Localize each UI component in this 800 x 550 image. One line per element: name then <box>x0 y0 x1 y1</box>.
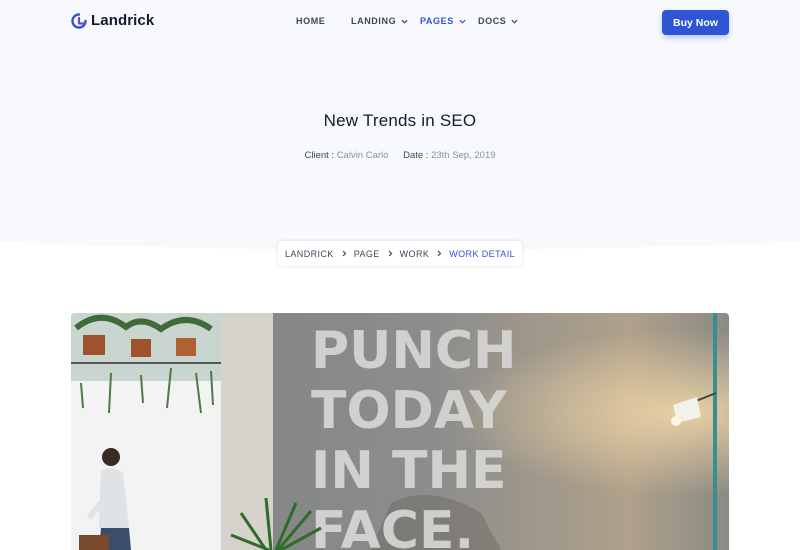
date-label: Date : <box>403 150 429 161</box>
breadcrumb-item-work[interactable]: WORK <box>400 249 430 259</box>
brand-name: Landrick <box>91 12 155 29</box>
nav-item-pages[interactable]: PAGES <box>420 16 466 26</box>
work-feature-image: PUNCH TODAY IN THE FACE. <box>71 313 729 550</box>
chevron-down-icon <box>511 19 518 24</box>
chevron-down-icon <box>459 19 466 24</box>
wall-text-line: IN THE <box>311 441 506 501</box>
page-title: New Trends in SEO <box>323 111 477 130</box>
wall-text-line: TODAY <box>311 381 508 441</box>
breadcrumb-item-page[interactable]: PAGE <box>354 249 380 259</box>
date-value: 23th Sep, 2019 <box>431 150 496 161</box>
nav-item-label: PAGES <box>420 16 454 26</box>
project-meta: Client : Calvin Carlo Date : 23th Sep, 2… <box>0 150 800 161</box>
client-label: Client : <box>304 150 335 161</box>
nav-item-landing[interactable]: LANDING <box>351 16 408 26</box>
breadcrumb-item-landrick[interactable]: LANDRICK <box>285 249 334 259</box>
nav-item-docs[interactable]: DOCS <box>478 16 518 26</box>
breadcrumb: LANDRICK PAGE WORK WORK DETAIL <box>278 241 522 266</box>
nav-item-home[interactable]: HOME <box>296 16 325 26</box>
nav-item-label: DOCS <box>478 16 507 26</box>
buy-now-button[interactable]: Buy Now <box>662 10 729 35</box>
nav-item-label: HOME <box>296 16 326 26</box>
chevron-right-icon <box>388 250 393 257</box>
chevron-right-icon <box>437 250 442 257</box>
client-value: Calvin Carlo <box>336 150 389 161</box>
landrick-logo-icon <box>71 12 87 29</box>
brand-logo[interactable]: Landrick <box>71 12 154 29</box>
wall-text-line: FACE. <box>311 501 474 550</box>
breadcrumb-item-work-detail: WORK DETAIL <box>449 248 516 259</box>
chevron-down-icon <box>401 19 408 24</box>
nav-item-label: LANDING <box>351 16 397 26</box>
top-navbar: Landrick HOME LANDING PAGES DOCS Buy Now <box>0 0 800 44</box>
wall-text-line: PUNCH <box>311 321 517 381</box>
chevron-right-icon <box>342 250 347 257</box>
